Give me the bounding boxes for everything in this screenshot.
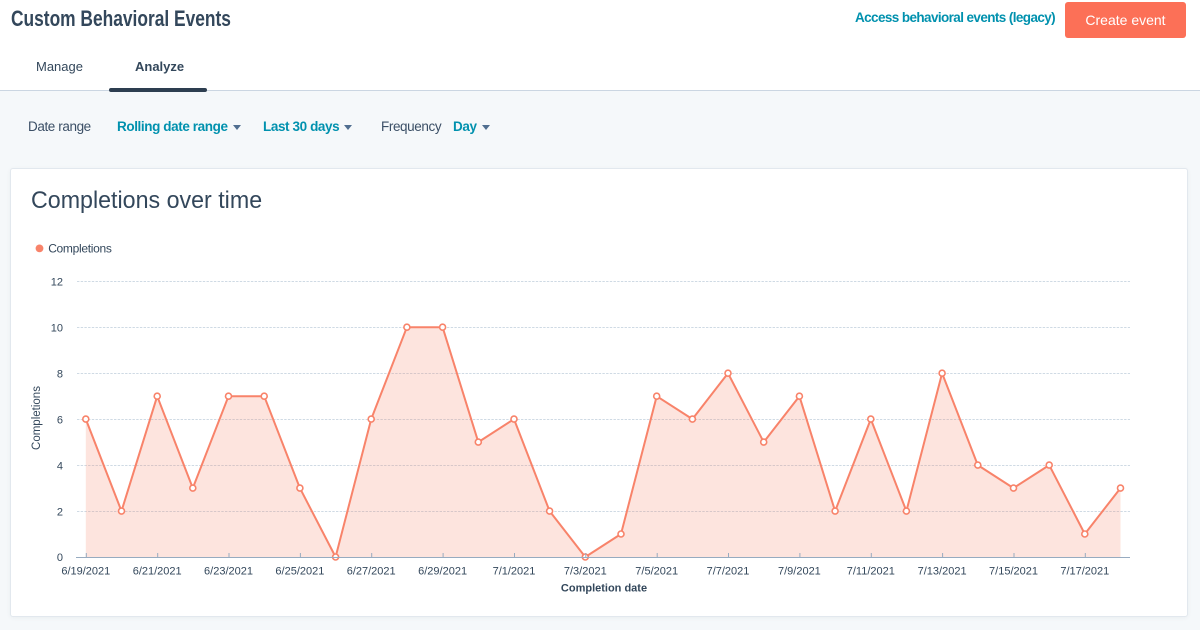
svg-text:6/19/2021: 6/19/2021 (61, 566, 110, 578)
svg-text:7/13/2021: 7/13/2021 (918, 566, 967, 578)
svg-text:6/25/2021: 6/25/2021 (275, 566, 324, 578)
svg-text:7/7/2021: 7/7/2021 (707, 566, 750, 578)
svg-text:7/3/2021: 7/3/2021 (564, 566, 607, 578)
svg-text:7/9/2021: 7/9/2021 (778, 566, 821, 578)
svg-text:7/1/2021: 7/1/2021 (493, 566, 536, 578)
svg-text:6/29/2021: 6/29/2021 (418, 566, 467, 578)
svg-text:Completions: Completions (31, 386, 43, 450)
svg-text:4: 4 (57, 460, 63, 472)
svg-text:12: 12 (51, 276, 63, 288)
svg-text:7/11/2021: 7/11/2021 (847, 566, 895, 578)
svg-text:7/17/2021: 7/17/2021 (1060, 566, 1109, 578)
svg-text:7/5/2021: 7/5/2021 (635, 566, 678, 578)
svg-text:6: 6 (57, 414, 63, 426)
svg-text:7/15/2021: 7/15/2021 (989, 566, 1038, 578)
svg-text:6/23/2021: 6/23/2021 (204, 566, 253, 578)
svg-text:8: 8 (57, 368, 63, 380)
svg-text:6/27/2021: 6/27/2021 (347, 566, 396, 578)
svg-text:Completions: Completions (48, 241, 112, 255)
svg-text:Completion date: Completion date (561, 583, 647, 595)
svg-text:6/21/2021: 6/21/2021 (133, 566, 182, 578)
svg-text:0: 0 (57, 552, 63, 564)
svg-text:2: 2 (57, 506, 63, 518)
svg-text:10: 10 (51, 322, 63, 334)
